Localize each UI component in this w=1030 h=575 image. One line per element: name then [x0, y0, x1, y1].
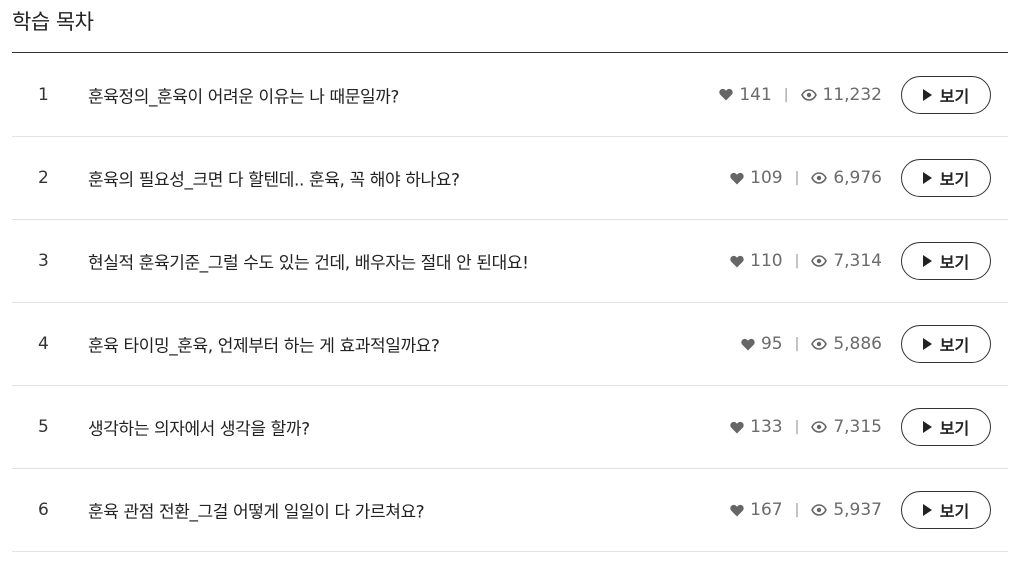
lesson-stats: 141 | 11,232 [719, 85, 882, 105]
view-button[interactable]: 보기 [901, 408, 991, 446]
heart-icon [730, 421, 744, 433]
lesson-number: 5 [38, 417, 49, 437]
lesson-stats: 110 | 7,314 [730, 251, 882, 271]
stats-separator: | [794, 502, 800, 518]
like-count: 141 [739, 84, 772, 105]
lesson-title: 훈육의 필요성_크면 다 할텐데.. 훈육, 꼭 해야 하나요? [88, 170, 460, 191]
stats-separator: | [794, 336, 800, 352]
play-icon [922, 421, 932, 433]
play-icon [922, 255, 932, 267]
view-button-label: 보기 [939, 253, 970, 272]
lesson-number: 1 [38, 84, 49, 105]
lesson-stats: 109 | 6,976 [730, 168, 882, 188]
lesson-title: 훈육정의_훈육이 어려운 이유는 나 때문일까? [88, 87, 400, 107]
play-icon [922, 504, 932, 516]
view-count: 7,314 [833, 251, 882, 271]
lesson-number: 3 [38, 251, 49, 271]
lesson-stats: 95 | 5,886 [741, 334, 882, 354]
lesson-number: 2 [38, 168, 49, 188]
eye-icon [811, 255, 828, 267]
view-button[interactable]: 보기 [901, 75, 991, 114]
view-button-label: 보기 [939, 170, 970, 189]
eye-icon [811, 172, 828, 184]
lesson-title: 훈육 타이밍_훈육, 언제부터 하는 게 효과적일까요? [88, 336, 440, 357]
section-title: 학습 목차 [12, 10, 94, 34]
view-button-label: 보기 [939, 419, 970, 438]
view-button-label: 보기 [939, 336, 970, 355]
view-button-label: 보기 [939, 86, 970, 106]
lesson-list: 1 훈육정의_훈육이 어려운 이유는 나 때문일까? 141 | 11,232 … [12, 53, 1008, 552]
like-count: 109 [750, 168, 783, 188]
view-count: 5,886 [833, 334, 882, 354]
heart-icon [730, 255, 744, 267]
heart-icon [730, 504, 744, 516]
heart-icon [730, 172, 744, 184]
play-icon [922, 172, 932, 184]
like-count: 167 [750, 500, 783, 520]
view-count: 6,976 [833, 168, 882, 188]
stats-separator: | [794, 419, 800, 435]
lesson-title: 생각하는 의자에서 생각을 할까? [88, 419, 310, 440]
stats-separator: | [783, 86, 789, 103]
view-button[interactable]: 보기 [901, 242, 991, 280]
view-button[interactable]: 보기 [901, 491, 991, 529]
eye-icon [811, 338, 828, 350]
lesson-row: 3 현실적 훈육기준_그럴 수도 있는 건데, 배우자는 절대 안 된대요! 1… [12, 220, 1008, 303]
eye-icon [811, 421, 828, 433]
stats-separator: | [794, 253, 800, 269]
like-count: 95 [760, 334, 783, 354]
heart-icon [741, 338, 755, 350]
eye-icon [800, 88, 817, 101]
lesson-row: 4 훈육 타이밍_훈육, 언제부터 하는 게 효과적일까요? 95 | 5,88… [12, 303, 1008, 386]
lesson-stats: 133 | 7,315 [730, 417, 882, 437]
view-count: 7,315 [833, 417, 882, 437]
lesson-number: 6 [38, 500, 49, 520]
lesson-row: 1 훈육정의_훈육이 어려운 이유는 나 때문일까? 141 | 11,232 … [12, 53, 1008, 137]
lesson-row: 5 생각하는 의자에서 생각을 할까? 133 | 7,315 보기 [12, 386, 1008, 469]
play-icon [922, 88, 932, 101]
view-button[interactable]: 보기 [901, 325, 991, 363]
view-count: 11,232 [822, 84, 882, 105]
lesson-row: 6 훈육 관점 전환_그걸 어떻게 일일이 다 가르쳐요? 167 | 5,93… [12, 469, 1008, 552]
like-count: 110 [750, 251, 783, 271]
view-count: 5,937 [833, 500, 882, 520]
stats-separator: | [794, 170, 800, 186]
lesson-title: 훈육 관점 전환_그걸 어떻게 일일이 다 가르쳐요? [88, 502, 425, 523]
lesson-title: 현실적 훈육기준_그럴 수도 있는 건데, 배우자는 절대 안 된대요! [88, 253, 529, 274]
lesson-stats: 167 | 5,937 [730, 500, 882, 520]
lesson-row: 2 훈육의 필요성_크면 다 할텐데.. 훈육, 꼭 해야 하나요? 109 |… [12, 137, 1008, 220]
like-count: 133 [750, 417, 783, 437]
view-button[interactable]: 보기 [901, 159, 991, 197]
view-button-label: 보기 [939, 502, 970, 521]
heart-icon [719, 88, 733, 101]
eye-icon [811, 504, 828, 516]
lesson-number: 4 [38, 334, 49, 354]
play-icon [922, 338, 932, 350]
